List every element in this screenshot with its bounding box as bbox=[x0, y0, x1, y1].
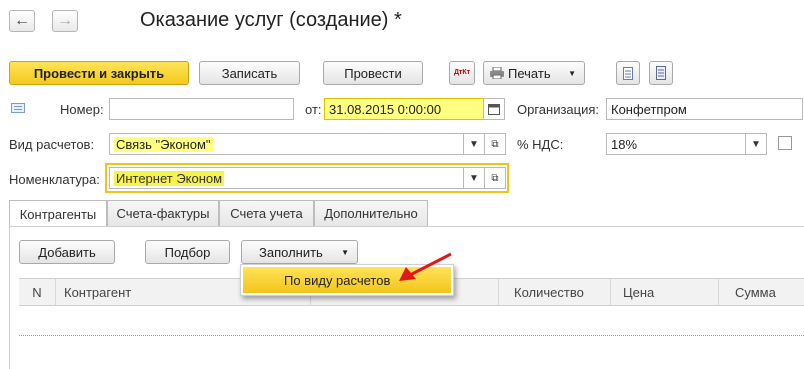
page-title: Оказание услуг (создание) * bbox=[140, 9, 402, 31]
calc-type-dropdown-button[interactable]: ▼ bbox=[463, 133, 485, 155]
arrow-right-icon: → bbox=[57, 12, 73, 29]
vat-dropdown-button[interactable]: ▼ bbox=[745, 133, 767, 155]
chevron-down-icon: ▼ bbox=[751, 138, 761, 150]
tab-invoices[interactable]: Счета-фактуры bbox=[107, 200, 219, 226]
date-field[interactable]: 31.08.2015 0:00:00 bbox=[324, 98, 484, 120]
tab-additional[interactable]: Дополнительно bbox=[314, 200, 428, 226]
nomenclature-field[interactable]: Интернет Эконом bbox=[109, 167, 464, 189]
printer-icon bbox=[490, 67, 504, 79]
open-icon: ⧉ bbox=[491, 172, 499, 184]
pointer-arrow-icon bbox=[396, 251, 454, 285]
tab-accounts[interactable]: Счета учета bbox=[219, 200, 314, 226]
print-label: Печать bbox=[508, 65, 551, 81]
vat-field[interactable]: 18% bbox=[606, 133, 746, 155]
chevron-down-icon: ▼ bbox=[341, 247, 349, 257]
document-icon bbox=[623, 66, 633, 80]
nomenclature-label: Номенклатура: bbox=[9, 172, 100, 187]
calc-type-label: Вид расчетов: bbox=[9, 137, 95, 152]
vat-checkbox[interactable] bbox=[778, 136, 792, 150]
nomenclature-dropdown-button[interactable]: ▼ bbox=[463, 167, 485, 189]
calc-type-value: Связь "Эконом" bbox=[114, 136, 213, 152]
pick-button[interactable]: Подбор bbox=[145, 240, 230, 264]
forward-button[interactable]: → bbox=[52, 10, 78, 32]
arrow-left-icon: ← bbox=[14, 12, 30, 29]
tab-counterparties[interactable]: Контрагенты bbox=[9, 200, 107, 227]
calc-type-field[interactable]: Связь "Эконом" bbox=[109, 133, 464, 155]
column-quantity[interactable]: Количество bbox=[498, 279, 610, 305]
organization-label: Организация: bbox=[517, 102, 600, 117]
organization-field[interactable]: Конфетпром bbox=[606, 98, 803, 120]
column-n[interactable]: N bbox=[19, 279, 55, 305]
back-button[interactable]: ← bbox=[9, 10, 35, 32]
post-button[interactable]: Провести bbox=[323, 61, 423, 85]
add-button[interactable]: Добавить bbox=[19, 240, 115, 264]
number-label: Номер: bbox=[60, 102, 104, 117]
document-structure-button[interactable] bbox=[616, 61, 640, 85]
column-price[interactable]: Цена bbox=[610, 279, 718, 305]
chevron-down-icon: ▼ bbox=[469, 172, 479, 184]
calendar-button[interactable] bbox=[483, 98, 505, 120]
number-field[interactable] bbox=[109, 98, 294, 120]
fill-button[interactable]: Заполнить ▼ bbox=[241, 240, 358, 264]
dtkt-icon: ДтКт bbox=[453, 69, 471, 76]
date-label: от: bbox=[305, 102, 322, 117]
calc-type-open-button[interactable]: ⧉ bbox=[484, 133, 506, 155]
table-row[interactable] bbox=[19, 306, 804, 336]
calendar-icon bbox=[488, 103, 500, 115]
post-and-close-button[interactable]: Провести и закрыть bbox=[9, 61, 189, 85]
nomenclature-open-button[interactable]: ⧉ bbox=[484, 167, 506, 189]
save-button[interactable]: Записать bbox=[199, 61, 300, 85]
dtkt-button[interactable]: ДтКт bbox=[449, 61, 475, 85]
vat-label: % НДС: bbox=[517, 137, 564, 152]
chevron-down-icon: ▼ bbox=[568, 68, 576, 78]
info-icon bbox=[11, 103, 25, 113]
fill-label: Заполнить bbox=[259, 244, 323, 260]
print-button[interactable]: Печать ▼ bbox=[483, 61, 585, 85]
report-button[interactable] bbox=[649, 61, 673, 85]
open-icon: ⧉ bbox=[491, 138, 499, 150]
chevron-down-icon: ▼ bbox=[469, 138, 479, 150]
column-sum[interactable]: Сумма bbox=[718, 279, 804, 305]
list-icon bbox=[656, 66, 666, 80]
nomenclature-value: Интернет Эконом bbox=[114, 170, 225, 186]
